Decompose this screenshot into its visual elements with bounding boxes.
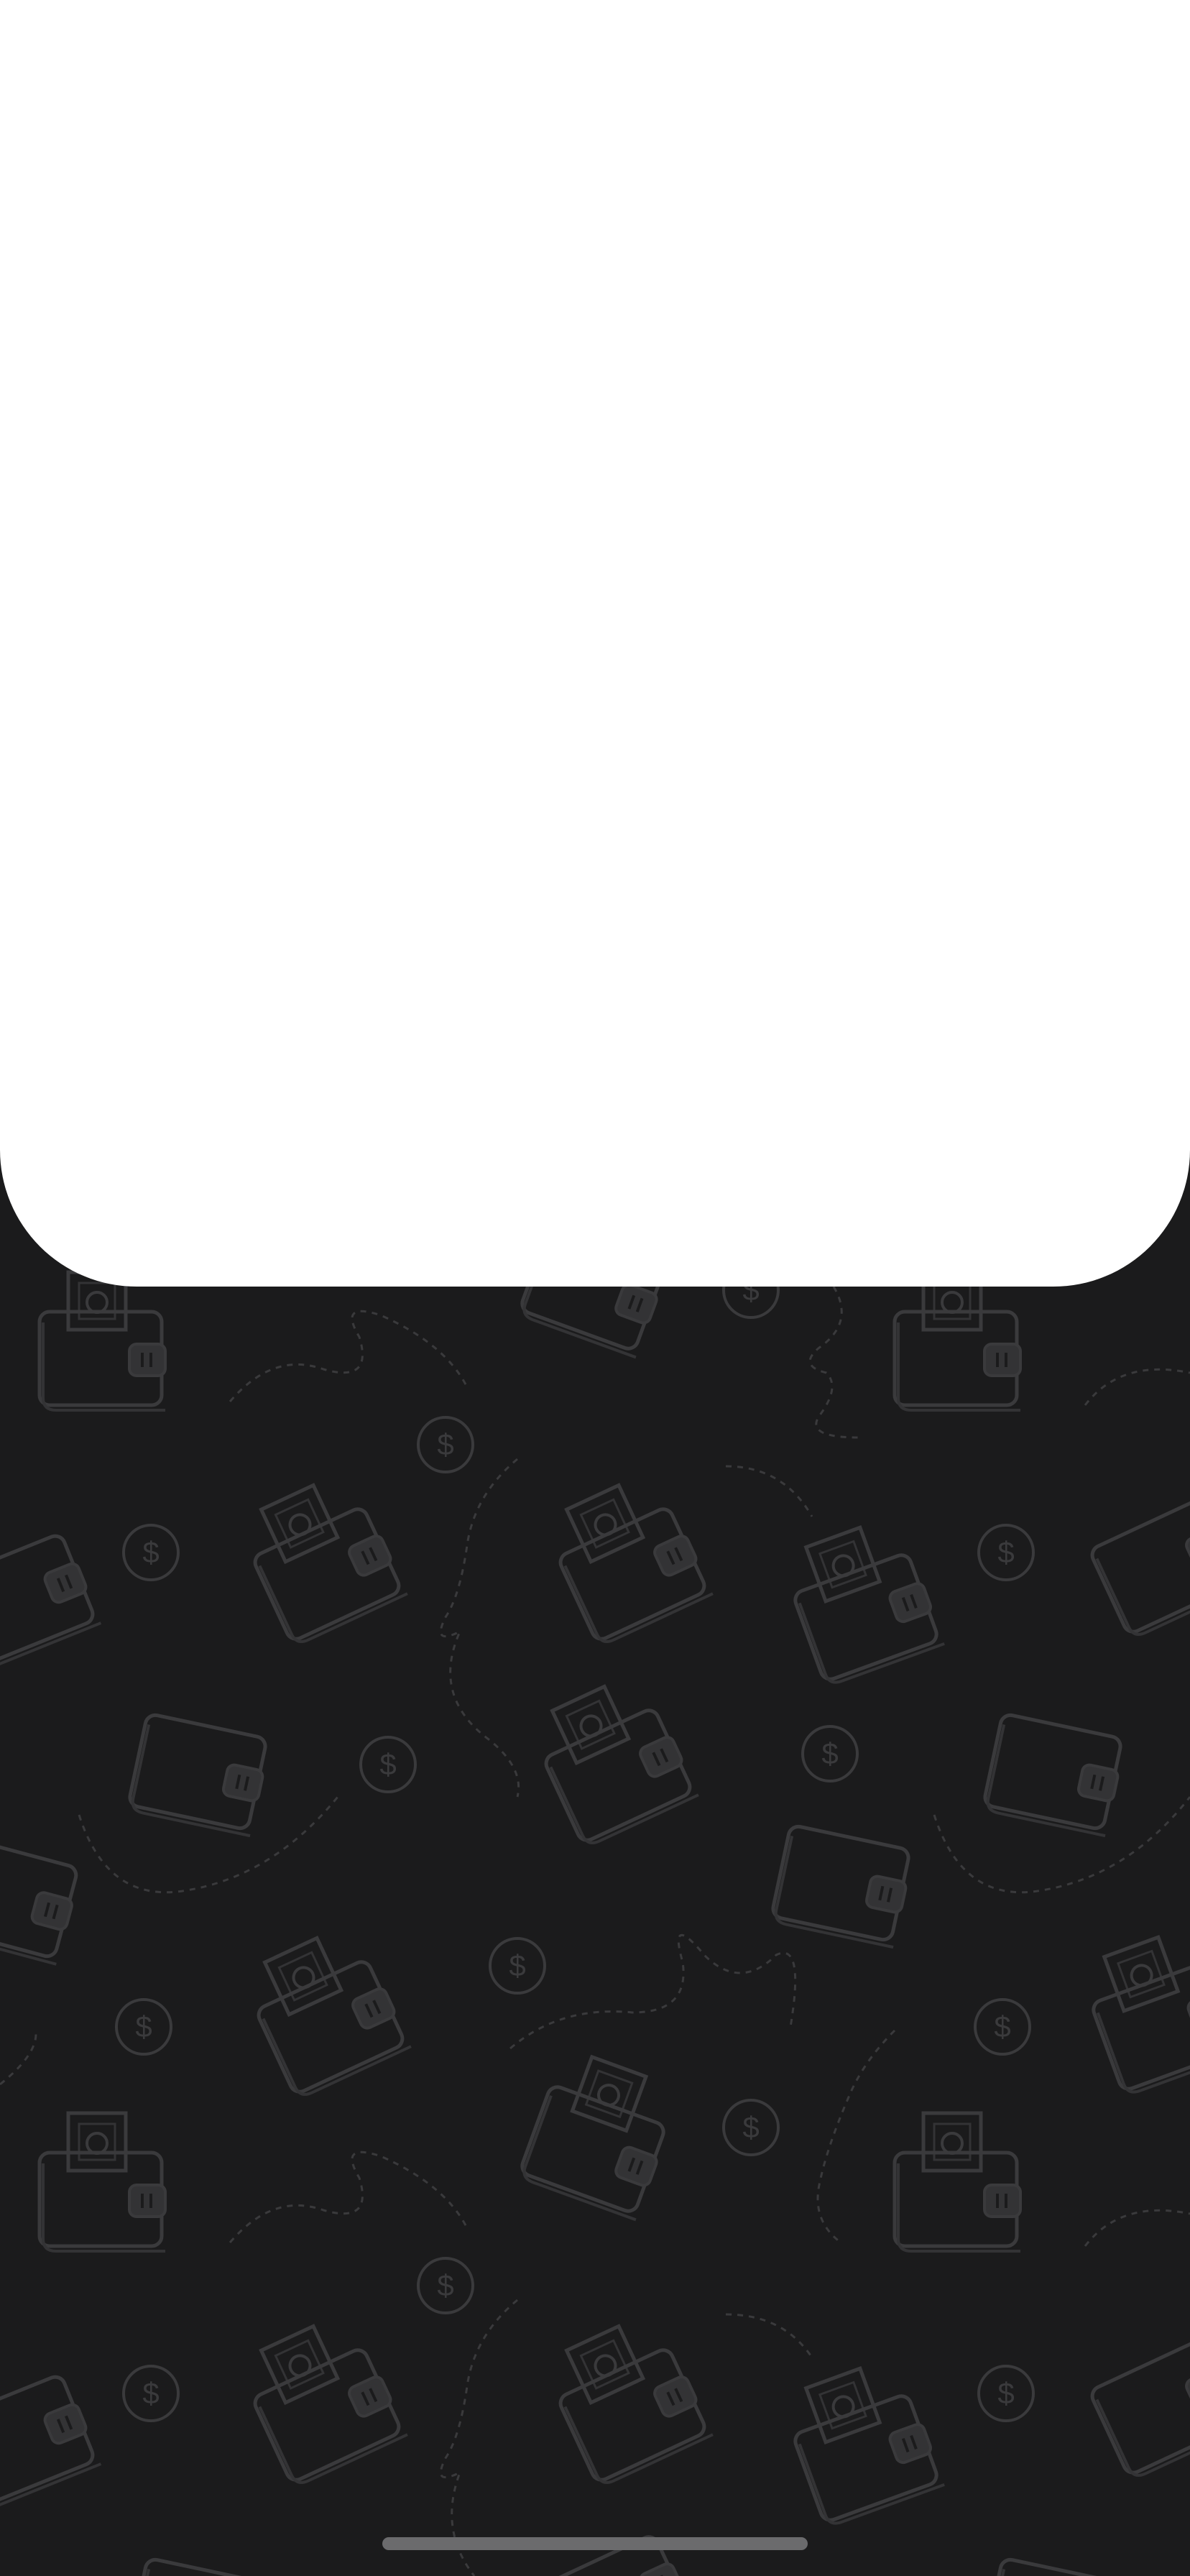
pattern-dollar-coin-icon xyxy=(122,2365,180,2422)
pattern-wallet-icon xyxy=(1089,1497,1190,1639)
pattern-dashed-flight-path xyxy=(0,2033,37,2086)
pattern-wallet-icon xyxy=(982,2558,1126,2576)
pattern-wallet-cash-icon xyxy=(239,1921,411,2099)
pattern-dashed-flight-path xyxy=(725,1465,813,1517)
pattern-wallet-cash-icon xyxy=(540,2309,713,2488)
pattern-dashed-flight-path xyxy=(1084,1368,1190,1406)
pattern-dashed-flight-path xyxy=(725,2313,813,2358)
pattern-wallet-cash-icon xyxy=(40,2113,165,2251)
pattern-dollar-coin-icon xyxy=(977,2365,1035,2422)
pattern-dashed-flight-path xyxy=(1084,2209,1190,2247)
pattern-wallet-cash-icon xyxy=(1077,1923,1190,2096)
pattern-dashed-flight-path xyxy=(229,2150,469,2243)
pattern-dollar-coin-icon xyxy=(974,1998,1031,2056)
pattern-wallet-icon xyxy=(0,1532,101,1670)
pattern-dashed-flight-path xyxy=(229,1310,469,1402)
app-screen: $ xyxy=(0,0,1190,2576)
home-indicator[interactable] xyxy=(382,2537,808,2550)
pattern-wallet-cash-icon xyxy=(526,1670,698,1848)
pattern-wallet-icon xyxy=(0,2373,101,2511)
pattern-wallet-icon xyxy=(127,2558,271,2576)
pattern-wallet-icon xyxy=(1089,2338,1190,2480)
pattern-dollar-coin-icon xyxy=(489,1937,546,1995)
pattern-dashed-flight-path xyxy=(509,1933,797,2050)
pattern-dollar-coin-icon xyxy=(417,2257,474,2314)
pattern-dashed-flight-path xyxy=(439,2299,518,2576)
pattern-wallet-cash-icon xyxy=(235,2309,407,2488)
pattern-wallet-icon xyxy=(982,1714,1126,1836)
pattern-wallet-cash-icon xyxy=(779,1514,944,1686)
pattern-wallet-icon xyxy=(770,1825,914,1947)
pattern-dashed-flight-path xyxy=(808,1286,859,1439)
pattern-wallet-cash-icon xyxy=(895,1272,1020,1410)
pattern-wallet-cash-icon xyxy=(779,2355,944,2527)
pattern-dashed-flight-path xyxy=(933,1796,1190,1894)
pattern-wallet-icon xyxy=(0,1836,82,1964)
pattern-wallet-cash-icon xyxy=(540,1468,713,1647)
pattern-dashed-flight-path xyxy=(78,1796,339,1894)
pattern-wallet-cash-icon xyxy=(127,1714,271,1836)
pattern-dollar-coin-icon xyxy=(122,1524,180,1581)
pattern-dollar-coin-icon xyxy=(801,1725,859,1782)
pattern-wallet-cash-icon xyxy=(518,2047,683,2220)
content-card xyxy=(0,0,1190,1287)
pattern-dashed-flight-path xyxy=(816,2029,896,2244)
pattern-wallet-cash-icon xyxy=(235,1468,407,1647)
pattern-wallet-cash-icon xyxy=(895,2113,1020,2251)
pattern-dollar-coin-icon xyxy=(722,2099,780,2156)
pattern-dollar-coin-icon xyxy=(115,1998,172,2056)
pattern-dollar-coin-icon xyxy=(417,1416,474,1473)
pattern-wallet-cash-icon xyxy=(40,1272,165,1410)
pattern-dollar-coin-icon xyxy=(977,1524,1035,1581)
pattern-dashed-flight-path xyxy=(439,1458,520,1798)
pattern-dollar-coin-icon xyxy=(359,1736,417,1793)
